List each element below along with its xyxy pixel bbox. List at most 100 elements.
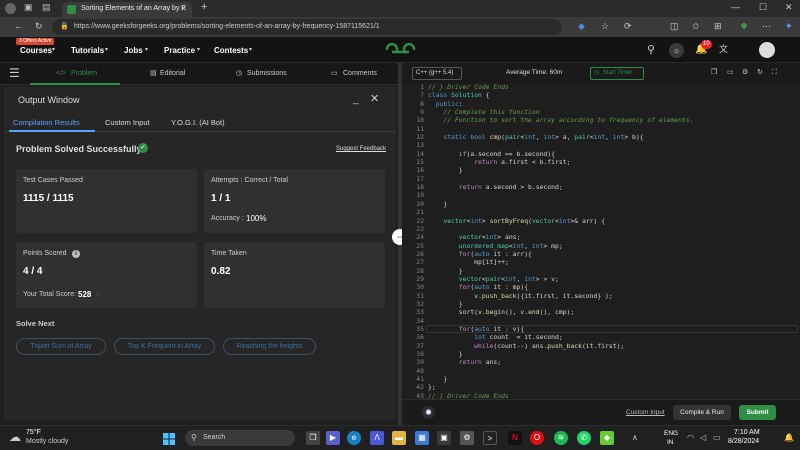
tab-title: Sorting Elements of an Array by F <box>81 5 186 12</box>
submit-button[interactable]: Submit <box>739 405 776 420</box>
workspaces-icon[interactable]: ▣ <box>24 3 33 12</box>
weather-cloud-icon[interactable]: ☁ <box>9 431 21 443</box>
suggestion-pill[interactable]: Triplet Sum in Array <box>16 338 106 355</box>
terminal-icon[interactable]: > <box>483 431 497 445</box>
tab-editorial[interactable]: Editorial <box>160 70 185 77</box>
extension-puzzle-icon[interactable]: ◆ <box>578 22 585 31</box>
info-icon[interactable]: i <box>72 250 80 258</box>
language-indicator-top[interactable]: ENG <box>664 430 678 437</box>
reset-icon[interactable]: ↻ <box>757 69 763 76</box>
clock-date[interactable]: 8/28/2024 <box>728 438 759 445</box>
clock-time[interactable]: 7:10 AM <box>734 429 760 436</box>
favorite-star-icon[interactable]: ☆ <box>601 22 609 31</box>
theme-toggle-icon[interactable]: ☼ <box>669 43 684 58</box>
code-content[interactable]: // } Driver Code Ends class Solution { p… <box>428 83 798 400</box>
edge-icon[interactable]: e <box>347 431 361 445</box>
nav-jobs[interactable]: Jobs <box>124 46 143 55</box>
tab-compilation-results[interactable]: Compilation Results <box>13 118 80 127</box>
nav-tutorials[interactable]: Tutorials <box>71 46 104 55</box>
menu-icon[interactable]: ☰ <box>9 67 20 79</box>
lock-icon[interactable]: 🔒 <box>60 23 69 30</box>
browser-tab-active[interactable]: Sorting Elements of an Array by F ✕ <box>62 2 192 17</box>
file-explorer-icon[interactable]: ▬ <box>392 431 406 445</box>
close-icon[interactable]: ✕ <box>370 94 379 105</box>
nav-courses[interactable]: Courses <box>20 46 52 55</box>
compile-run-button[interactable]: Compile & Run <box>673 405 731 420</box>
chevron-up-icon[interactable]: ∧ <box>632 434 638 442</box>
ai-assist-icon[interactable]: ✺ <box>422 406 435 419</box>
close-window-icon[interactable]: ✕ <box>785 3 793 12</box>
photos-icon[interactable]: ▦ <box>415 431 429 445</box>
custom-input-link[interactable]: Custom Input <box>626 409 665 416</box>
language-indicator-bottom[interactable]: IN <box>667 439 674 446</box>
profile-icon[interactable] <box>5 3 16 14</box>
gfg-logo-icon[interactable] <box>384 42 417 58</box>
editor-footer: ✺ Custom Input Compile & Run Submit <box>402 399 800 425</box>
spotify-icon[interactable]: ≋ <box>554 431 568 445</box>
left-panel: ☰ </> Problem ▤ Editorial ◷ Submissions … <box>0 63 400 425</box>
search-icon[interactable]: ⚲ <box>647 45 655 56</box>
minimize-window-icon[interactable]: — <box>731 3 740 12</box>
address-field[interactable]: 🔒 https://www.geeksforgeeks.org/problems… <box>52 19 562 35</box>
task-view-icon[interactable]: ❐ <box>306 431 320 445</box>
taskbar-search-box[interactable]: ⚲ Search <box>185 430 295 446</box>
store-icon[interactable]: ▣ <box>437 431 451 445</box>
extensions-icon[interactable]: ❖ <box>740 22 748 31</box>
settings-more-icon[interactable]: ⋯ <box>762 22 771 31</box>
favorites-icon[interactable]: ✩ <box>692 22 700 31</box>
app-icon[interactable]: Ʌ <box>370 431 384 445</box>
nav-contests[interactable]: Contests <box>214 46 248 55</box>
suggestion-pill[interactable]: Reaching the heights <box>223 338 316 355</box>
reload-icon[interactable]: ↻ <box>35 22 43 31</box>
settings-app-icon[interactable]: ⚙ <box>460 431 474 445</box>
start-windows-icon[interactable] <box>163 432 175 445</box>
maximize-window-icon[interactable]: ☐ <box>759 3 767 12</box>
tab-yogi-ai-bot[interactable]: Y.O.G.I. (AI Bot) <box>171 118 225 127</box>
offers-badge[interactable]: 3 Offers Active <box>16 38 55 45</box>
suggestion-pill[interactable]: Top K Frequent in Array <box>114 338 215 355</box>
opera-icon[interactable]: O <box>530 431 544 445</box>
test-cases-value: 1115 / 1115 <box>23 193 74 204</box>
translate-icon[interactable]: 文 <box>719 45 728 54</box>
minimize-icon[interactable]: _ <box>353 95 359 105</box>
close-tab-icon[interactable]: ✕ <box>180 5 187 13</box>
tab-custom-input[interactable]: Custom Input <box>105 118 150 127</box>
fullscreen-icon[interactable]: ⛶ <box>772 69 777 76</box>
chevron-down-icon: ▾ <box>52 47 56 53</box>
tab-actions-icon[interactable]: ▤ <box>42 3 51 12</box>
active-tab-underline <box>9 130 95 132</box>
meet-icon[interactable]: ▶ <box>326 431 340 445</box>
refresh-page-icon[interactable]: ⟳ <box>624 22 632 31</box>
volume-icon[interactable]: ◁ <box>700 434 706 442</box>
language-select[interactable]: C++ (g++ 5.4) <box>412 67 462 80</box>
app-green-icon[interactable]: ◆ <box>600 431 614 445</box>
back-icon[interactable]: ← <box>14 22 23 31</box>
code-editor-panel: C++ (g++ 5.4) Average Time: 60m ◷ Start … <box>402 63 800 425</box>
tab-comments[interactable]: Comments <box>343 70 377 77</box>
suggest-feedback-link[interactable]: Suggest Feedback <box>336 146 386 152</box>
settings-icon[interactable]: ⚙ <box>742 69 748 76</box>
attempts-value: 1 / 1 <box>211 193 231 204</box>
copilot-icon[interactable]: ✦ <box>785 22 793 31</box>
attempts-label: Attempts : Correct / Total <box>211 177 288 184</box>
nav-practice[interactable]: Practice <box>164 46 195 55</box>
format-icon[interactable]: ▭ <box>727 69 734 76</box>
output-tabs: Compilation Results Custom Input Y.O.G.I… <box>4 112 396 132</box>
avatar[interactable] <box>759 42 775 58</box>
wifi-icon[interactable]: ◠ <box>687 434 694 442</box>
timer-icon: ◷ <box>594 70 600 76</box>
split-screen-icon[interactable]: ◫ <box>670 22 679 31</box>
whatsapp-icon[interactable]: ✆ <box>577 431 591 445</box>
collections-icon[interactable]: ⊞ <box>714 22 722 31</box>
weather-desc[interactable]: Mostly cloudy <box>26 438 68 445</box>
tab-submissions[interactable]: Submissions <box>247 70 287 77</box>
copy-icon[interactable]: ❐ <box>711 69 717 76</box>
notification-bell-icon[interactable]: 🔔 <box>784 434 794 442</box>
start-timer-button[interactable]: ◷ Start Timer <box>590 67 644 80</box>
tab-problem[interactable]: </> Problem <box>30 63 120 85</box>
new-tab-icon[interactable]: + <box>201 2 207 13</box>
netflix-icon[interactable]: N <box>508 431 522 445</box>
weather-temp[interactable]: 75°F <box>26 429 41 436</box>
url-text: https://www.geeksforgeeks.org/problems/s… <box>74 23 380 30</box>
battery-icon[interactable]: ▭ <box>713 434 721 442</box>
